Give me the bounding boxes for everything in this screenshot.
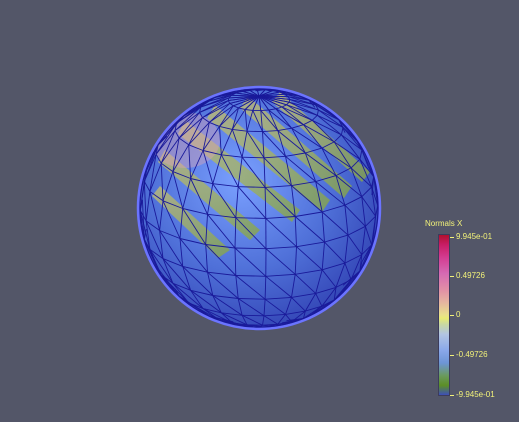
render-viewport[interactable]: Normals X 9.945e-01 0.49726 0 -0.49726 -… <box>0 0 519 422</box>
mesh-edge <box>260 109 269 112</box>
mesh-edge <box>242 156 265 159</box>
legend-label-upper: 0.49726 <box>456 271 485 280</box>
tick-upper <box>450 276 454 277</box>
legend-label-max: 9.945e-01 <box>456 232 493 241</box>
legend-label-mid: 0 <box>456 310 461 319</box>
mesh-edge <box>242 314 265 317</box>
sphere-body <box>136 85 382 331</box>
legend-label-min: -9.945e-01 <box>456 390 495 399</box>
tick-mid <box>450 315 454 316</box>
legend-title: Normals X <box>425 219 463 228</box>
tick-min <box>450 395 454 396</box>
surface-cap <box>150 112 220 168</box>
tick-lower <box>450 355 454 356</box>
legend-label-lower: -0.49726 <box>456 350 488 359</box>
tick-max <box>450 237 454 238</box>
colorbar <box>438 234 450 396</box>
